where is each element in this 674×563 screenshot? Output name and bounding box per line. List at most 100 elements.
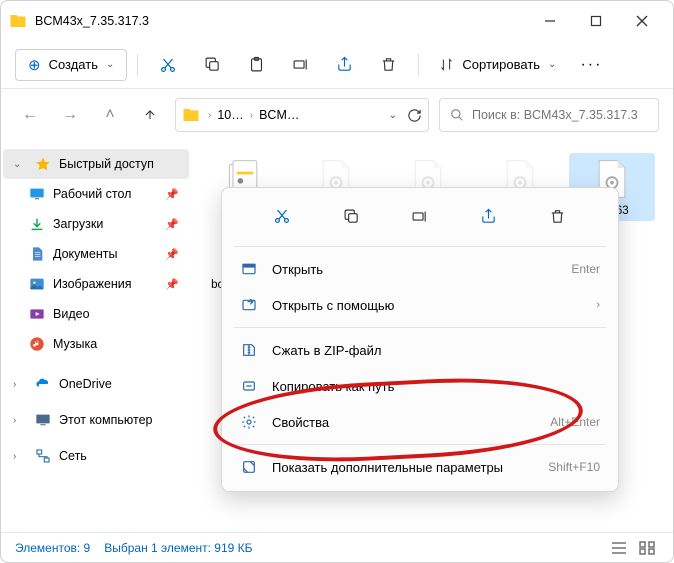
ctx-open-with[interactable]: Открыть с помощью › xyxy=(228,287,612,323)
sidebar-label: Документы xyxy=(53,247,117,261)
separator xyxy=(418,54,419,76)
ctx-label: Показать дополнительные параметры xyxy=(272,460,534,475)
sidebar-item-desktop[interactable]: Рабочий стол 📌 xyxy=(3,179,189,209)
delete-button[interactable] xyxy=(368,48,408,82)
new-button-label: Создать xyxy=(49,57,98,72)
desktop-icon xyxy=(29,186,45,202)
chevron-down-icon: ⌄ xyxy=(548,59,556,70)
toolbar: ⊕ Создать ⌄ Сортировать ⌄ ··· xyxy=(1,41,673,89)
cut-button[interactable] xyxy=(148,48,188,82)
chevron-right-icon: › xyxy=(208,110,211,121)
ctx-show-more[interactable]: Показать дополнительные параметры Shift+… xyxy=(228,449,612,485)
more-button[interactable]: ··· xyxy=(570,56,612,74)
chevron-right-icon: › xyxy=(13,415,27,426)
sidebar-item-pictures[interactable]: Изображения 📌 xyxy=(3,269,189,299)
up-button[interactable] xyxy=(135,100,165,130)
chevron-down-icon[interactable]: ⌄ xyxy=(389,110,397,121)
back-button[interactable]: ← xyxy=(15,100,45,130)
minimize-button[interactable] xyxy=(527,5,573,37)
search-box[interactable] xyxy=(439,98,659,132)
up-button[interactable]: ˄ xyxy=(95,100,125,130)
ctx-label: Копировать как путь xyxy=(272,379,600,394)
ctx-compress-zip[interactable]: Сжать в ZIP-файл xyxy=(228,332,612,368)
music-icon xyxy=(29,336,45,352)
ctx-shortcut: Alt+Enter xyxy=(550,415,600,429)
open-with-icon xyxy=(240,296,258,314)
breadcrumb[interactable]: › 10… › BCM… xyxy=(206,108,299,122)
sort-label: Сортировать xyxy=(462,57,540,72)
separator xyxy=(234,444,606,445)
pin-icon: 📌 xyxy=(165,248,179,261)
sidebar-item-downloads[interactable]: Загрузки 📌 xyxy=(3,209,189,239)
pin-icon: 📌 xyxy=(165,188,179,201)
folder-icon xyxy=(9,12,27,30)
ctx-label: Открыть с помощью xyxy=(272,298,582,313)
chevron-down-icon: ⌄ xyxy=(106,59,114,70)
window-title: BCM43x_7.35.317.3 xyxy=(35,14,527,28)
search-icon xyxy=(450,108,464,122)
sidebar-label: Рабочий стол xyxy=(53,187,131,201)
ctx-rename-button[interactable] xyxy=(404,200,436,232)
sidebar-item-thispc[interactable]: › Этот компьютер xyxy=(3,405,189,435)
statusbar: Элементов: 9 Выбран 1 элемент: 919 КБ xyxy=(1,532,673,562)
ctx-copy-button[interactable] xyxy=(335,200,367,232)
ctx-label: Открыть xyxy=(272,262,557,277)
copy-path-icon xyxy=(240,377,258,395)
network-icon xyxy=(35,448,51,464)
explorer-window: BCM43x_7.35.317.3 ⊕ Создать ⌄ Сортироват… xyxy=(0,0,674,563)
sort-icon xyxy=(439,57,454,72)
chevron-right-icon: › xyxy=(13,451,27,462)
view-details-button[interactable] xyxy=(607,538,631,558)
star-icon xyxy=(35,156,51,172)
ctx-label: Свойства xyxy=(272,415,536,430)
crumb-2[interactable]: BCM… xyxy=(259,108,299,122)
window-controls xyxy=(527,5,665,37)
new-button[interactable]: ⊕ Создать ⌄ xyxy=(15,49,127,81)
close-button[interactable] xyxy=(619,5,665,37)
chevron-right-icon: › xyxy=(250,110,253,121)
chevron-down-icon: ⌄ xyxy=(13,159,27,170)
ctx-open[interactable]: Открыть Enter xyxy=(228,251,612,287)
forward-button[interactable]: → xyxy=(55,100,85,130)
onedrive-icon xyxy=(35,376,51,392)
zip-icon xyxy=(240,341,258,359)
rename-button[interactable] xyxy=(280,48,320,82)
paste-button[interactable] xyxy=(236,48,276,82)
share-button[interactable] xyxy=(324,48,364,82)
sort-button[interactable]: Сортировать ⌄ xyxy=(429,51,566,78)
refresh-button[interactable] xyxy=(407,108,422,123)
sidebar-item-network[interactable]: › Сеть xyxy=(3,441,189,471)
properties-icon xyxy=(240,413,258,431)
sidebar-item-onedrive[interactable]: › OneDrive xyxy=(3,369,189,399)
view-icons-button[interactable] xyxy=(635,538,659,558)
sidebar-label: Видео xyxy=(53,307,90,321)
sidebar-label: Быстрый доступ xyxy=(59,157,154,171)
ctx-label: Сжать в ZIP-файл xyxy=(272,343,600,358)
sidebar-label: Этот компьютер xyxy=(59,413,152,427)
pc-icon xyxy=(35,412,51,428)
context-menu: Открыть Enter Открыть с помощью › Сжать … xyxy=(221,187,619,492)
more-options-icon xyxy=(240,458,258,476)
context-icon-row xyxy=(228,194,612,242)
maximize-button[interactable] xyxy=(573,5,619,37)
status-item-count: Элементов: 9 xyxy=(15,541,90,555)
sidebar-label: Изображения xyxy=(53,277,132,291)
crumb-1[interactable]: 10… xyxy=(217,108,243,122)
folder-icon xyxy=(182,106,200,124)
sidebar-item-music[interactable]: Музыка xyxy=(3,329,189,359)
ctx-properties[interactable]: Свойства Alt+Enter xyxy=(228,404,612,440)
ctx-share-button[interactable] xyxy=(473,200,505,232)
copy-button[interactable] xyxy=(192,48,232,82)
sidebar-item-quick-access[interactable]: ⌄ Быстрый доступ xyxy=(3,149,189,179)
ctx-delete-button[interactable] xyxy=(542,200,574,232)
video-icon xyxy=(29,306,45,322)
search-input[interactable] xyxy=(472,108,648,122)
sidebar-label: Загрузки xyxy=(53,217,103,231)
ctx-copy-path[interactable]: Копировать как путь xyxy=(228,368,612,404)
sidebar-item-documents[interactable]: Документы 📌 xyxy=(3,239,189,269)
sidebar-label: Сеть xyxy=(59,449,87,463)
ctx-cut-button[interactable] xyxy=(266,200,298,232)
sidebar-item-video[interactable]: Видео xyxy=(3,299,189,329)
pin-icon: 📌 xyxy=(165,278,179,291)
address-bar[interactable]: › 10… › BCM… ⌄ xyxy=(175,98,429,132)
